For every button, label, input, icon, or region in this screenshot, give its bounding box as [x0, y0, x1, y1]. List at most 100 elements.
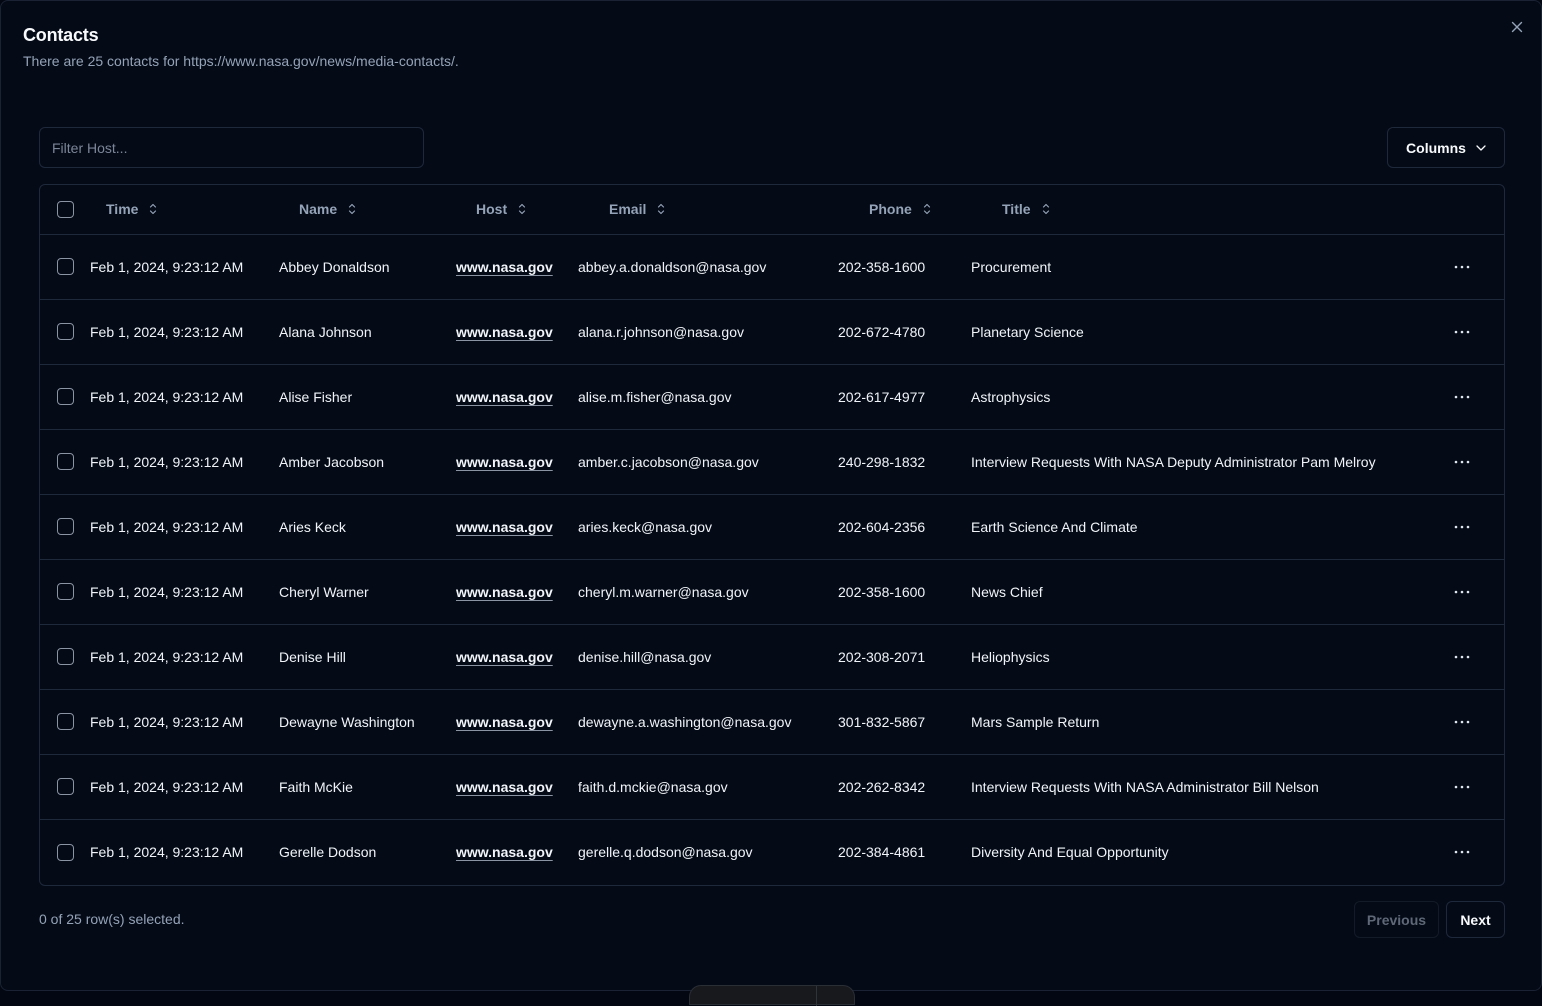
cell-time: Feb 1, 2024, 9:23:12 AM [90, 323, 244, 340]
contacts-table: Time Name Host Email Phone Title Feb 1, … [39, 184, 1505, 886]
row-actions-button[interactable] [1446, 448, 1478, 476]
cell-host-link[interactable]: www.nasa.gov [456, 649, 553, 665]
table-row: Feb 1, 2024, 9:23:12 AM Cheryl Warner ww… [40, 559, 1504, 624]
cell-host-link[interactable]: www.nasa.gov [456, 779, 553, 795]
cell-name: Cheryl Warner [279, 583, 369, 600]
cell-email: denise.hill@nasa.gov [578, 648, 712, 665]
header-name: Name [299, 201, 338, 218]
table-row: Feb 1, 2024, 9:23:12 AM Alana Johnson ww… [40, 299, 1504, 364]
cell-phone: 240-298-1832 [838, 453, 926, 470]
next-page-button[interactable]: Next [1446, 901, 1505, 938]
row-checkbox[interactable] [57, 258, 74, 276]
sort-time-button[interactable]: Time [90, 195, 174, 223]
sort-name-button[interactable]: Name [283, 195, 373, 223]
columns-button[interactable]: Columns [1387, 127, 1505, 168]
more-horizontal-icon [1454, 850, 1470, 854]
row-actions-button[interactable] [1446, 578, 1478, 606]
cell-time: Feb 1, 2024, 9:23:12 AM [90, 713, 244, 730]
cell-host-link[interactable]: www.nasa.gov [456, 844, 553, 860]
header-time: Time [106, 201, 139, 218]
cell-host-link[interactable]: www.nasa.gov [456, 584, 553, 600]
row-checkbox[interactable] [57, 388, 74, 406]
sort-icon [658, 204, 665, 215]
filter-host-input[interactable] [39, 127, 424, 168]
cell-name: Alise Fisher [279, 388, 353, 405]
cell-email: abbey.a.donaldson@nasa.gov [578, 258, 767, 275]
row-actions-button[interactable] [1446, 708, 1478, 736]
cell-host-link[interactable]: www.nasa.gov [456, 519, 553, 535]
row-actions-button[interactable] [1446, 773, 1478, 801]
contacts-dialog: Contacts There are 25 contacts for https… [0, 0, 1542, 1006]
cell-phone: 202-672-4780 [838, 323, 926, 340]
row-actions-button[interactable] [1446, 253, 1478, 281]
sort-icon [923, 204, 930, 215]
cell-time: Feb 1, 2024, 9:23:12 AM [90, 258, 244, 275]
cell-title: Planetary Science [971, 323, 1084, 340]
table-header-row: Time Name Host Email Phone Title [40, 185, 1504, 234]
cell-host-link[interactable]: www.nasa.gov [456, 454, 553, 470]
cell-phone: 202-604-2356 [838, 518, 926, 535]
cell-host-link[interactable]: www.nasa.gov [456, 324, 553, 340]
cell-title: Diversity And Equal Opportunity [971, 843, 1169, 860]
cell-phone: 202-358-1600 [838, 258, 926, 275]
selection-count: 0 of 25 row(s) selected. [39, 911, 185, 927]
sort-phone-button[interactable]: Phone [853, 195, 948, 223]
cell-title: Interview Requests With NASA Deputy Admi… [971, 453, 1376, 470]
cell-time: Feb 1, 2024, 9:23:12 AM [90, 388, 244, 405]
cell-title: Interview Requests With NASA Administrat… [971, 778, 1319, 795]
sort-email-button[interactable]: Email [593, 195, 682, 223]
cell-time: Feb 1, 2024, 9:23:12 AM [90, 518, 244, 535]
table-row: Feb 1, 2024, 9:23:12 AM Denise Hill www.… [40, 624, 1504, 689]
header-host: Host [476, 201, 508, 218]
row-checkbox[interactable] [57, 843, 74, 861]
cell-phone: 202-617-4977 [838, 388, 926, 405]
cell-email: alise.m.fisher@nasa.gov [578, 388, 732, 405]
cell-host-link[interactable]: www.nasa.gov [456, 389, 553, 405]
row-checkbox[interactable] [57, 323, 74, 341]
sort-host-button[interactable]: Host [460, 195, 543, 223]
more-horizontal-icon [1454, 590, 1470, 593]
cell-title: Earth Science And Climate [971, 518, 1138, 535]
cell-name: Alana Johnson [279, 323, 372, 340]
row-actions-button[interactable] [1446, 513, 1478, 541]
more-horizontal-icon [1454, 460, 1470, 463]
columns-button-label: Columns [1406, 139, 1466, 156]
previous-page-button[interactable]: Previous [1354, 901, 1439, 938]
cell-time: Feb 1, 2024, 9:23:12 AM [90, 583, 244, 600]
close-button[interactable] [1507, 17, 1527, 37]
cell-phone: 301-832-5867 [838, 713, 926, 730]
cell-email: aries.keck@nasa.gov [578, 518, 713, 535]
row-actions-button[interactable] [1446, 383, 1478, 411]
select-all-checkbox[interactable] [57, 201, 74, 219]
cell-title: Heliophysics [971, 648, 1050, 665]
cell-name: Abbey Donaldson [279, 258, 390, 275]
cell-title: News Chief [971, 583, 1043, 600]
table-row: Feb 1, 2024, 9:23:12 AM Aries Keck www.n… [40, 494, 1504, 559]
more-horizontal-icon [1454, 395, 1470, 398]
sort-icon [349, 204, 356, 215]
row-checkbox[interactable] [57, 453, 74, 471]
row-checkbox[interactable] [57, 778, 74, 796]
cell-name: Dewayne Washington [279, 713, 415, 730]
row-actions-button[interactable] [1446, 318, 1478, 346]
header-title: Title [1002, 201, 1031, 218]
cell-time: Feb 1, 2024, 9:23:12 AM [90, 453, 244, 470]
row-checkbox[interactable] [57, 648, 74, 666]
table-row: Feb 1, 2024, 9:23:12 AM Abbey Donaldson … [40, 234, 1504, 299]
row-actions-button[interactable] [1446, 643, 1478, 671]
cell-name: Gerelle Dodson [279, 843, 377, 860]
header-email: Email [609, 201, 647, 218]
more-horizontal-icon [1454, 655, 1470, 658]
row-checkbox[interactable] [57, 518, 74, 536]
dialog-title: Contacts [23, 25, 99, 45]
row-checkbox[interactable] [57, 583, 74, 601]
cell-host-link[interactable]: www.nasa.gov [456, 259, 553, 275]
sort-title-button[interactable]: Title [986, 195, 1067, 223]
sort-icon [150, 204, 157, 215]
bottom-toolbar-edge [689, 985, 855, 1006]
cell-email: alana.r.johnson@nasa.gov [578, 323, 744, 340]
cell-host-link[interactable]: www.nasa.gov [456, 714, 553, 730]
row-checkbox[interactable] [57, 713, 74, 731]
row-actions-button[interactable] [1446, 838, 1478, 866]
more-horizontal-icon [1454, 330, 1470, 333]
